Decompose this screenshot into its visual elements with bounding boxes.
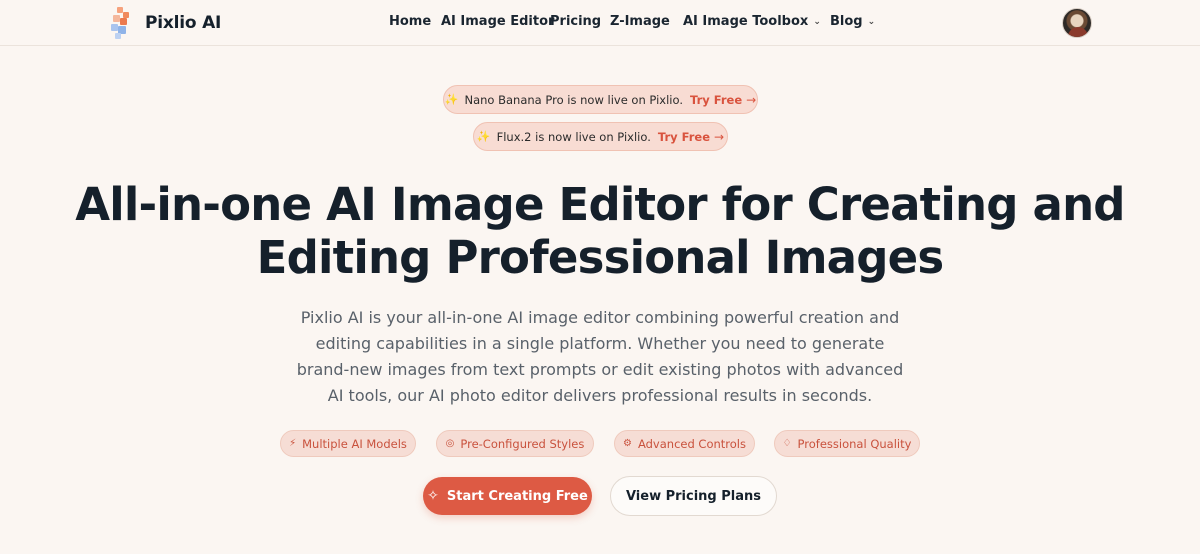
feature-chip-pre-configured-styles: ◎ Pre-Configured Styles <box>436 430 594 457</box>
announcement-nano-banana[interactable]: ✨ Nano Banana Pro is now live on Pixlio.… <box>443 85 758 114</box>
feature-label: Multiple AI Models <box>302 436 407 451</box>
nav-ai-image-toolbox[interactable]: AI Image Toolbox ⌄ <box>683 14 821 29</box>
nav-blog[interactable]: Blog ⌄ <box>830 14 875 29</box>
settings-icon: ⚙︎ <box>623 438 632 449</box>
pixlio-logo-icon <box>111 7 133 39</box>
feature-label: Professional Quality <box>797 436 912 451</box>
feature-chip-multiple-ai-models: ⚡︎ Multiple AI Models <box>280 430 416 457</box>
nav-blog-label: Blog <box>830 14 863 29</box>
user-avatar[interactable] <box>1062 8 1092 38</box>
nav-pricing-label: Pricing <box>550 14 602 29</box>
chevron-down-icon: ⌄ <box>813 17 821 27</box>
brand-logo[interactable]: Pixlio AI <box>111 7 221 39</box>
brand-name: Pixlio AI <box>145 13 222 33</box>
hero-subtitle: Pixlio AI is your all-in-one AI image ed… <box>296 308 904 405</box>
nav-z-image-label: Z-Image <box>610 14 670 29</box>
hero-title: All-in-one AI Image Editor for Creating … <box>0 178 1200 284</box>
nav-ai-image-editor[interactable]: AI Image Editor <box>441 14 554 29</box>
nav-ai-image-toolbox-label: AI Image Toolbox <box>683 14 809 29</box>
feature-label: Advanced Controls <box>637 436 746 451</box>
feature-label: Pre-Configured Styles <box>460 436 585 451</box>
hero-title-line-2: Editing Professional Images <box>256 231 945 284</box>
arrow-right-icon: → <box>746 92 757 107</box>
feature-chip-advanced-controls: ⚙︎ Advanced Controls <box>614 430 755 457</box>
chevron-down-icon: ⌄ <box>867 17 876 27</box>
sparkle-icon: ✨ <box>444 93 459 106</box>
feature-chip-professional-quality: ♢ Professional Quality <box>774 430 920 457</box>
start-creating-free-button[interactable]: ✧ Start Creating Free <box>423 477 592 515</box>
start-creating-free-label: Start Creating Free <box>446 488 588 504</box>
announcement-text: Flux.2 is now live on Pixlio. <box>496 129 651 144</box>
lightning-icon: ⚡︎ <box>289 438 297 449</box>
nav-z-image[interactable]: Z-Image <box>610 14 670 29</box>
arrow-right-icon: → <box>714 129 725 144</box>
nav-pricing[interactable]: Pricing <box>550 14 601 29</box>
view-pricing-plans-label: View Pricing Plans <box>625 488 762 504</box>
nav-home[interactable]: Home <box>389 14 431 29</box>
nav-ai-image-editor-label: AI Image Editor <box>441 14 555 29</box>
announcement-text: Nano Banana Pro is now live on Pixlio. <box>464 92 683 107</box>
nav-home-label: Home <box>389 14 432 29</box>
try-free-link[interactable]: Try Free <box>690 93 742 107</box>
hero-title-line-1: All-in-one AI Image Editor for Creating … <box>75 178 1125 231</box>
site-header: Pixlio AI Home AI Image Editor Pricing Z… <box>0 0 1200 46</box>
view-pricing-plans-button[interactable]: View Pricing Plans <box>610 476 777 516</box>
try-free-link[interactable]: Try Free <box>658 130 710 144</box>
sparkle-icon: ✨ <box>476 130 491 143</box>
announcement-flux2[interactable]: ✨ Flux.2 is now live on Pixlio. Try Free… <box>473 122 728 151</box>
gem-icon: ♢ <box>782 438 792 449</box>
palette-icon: ◎ <box>445 438 455 449</box>
sparkles-icon: ✧ <box>427 488 439 504</box>
